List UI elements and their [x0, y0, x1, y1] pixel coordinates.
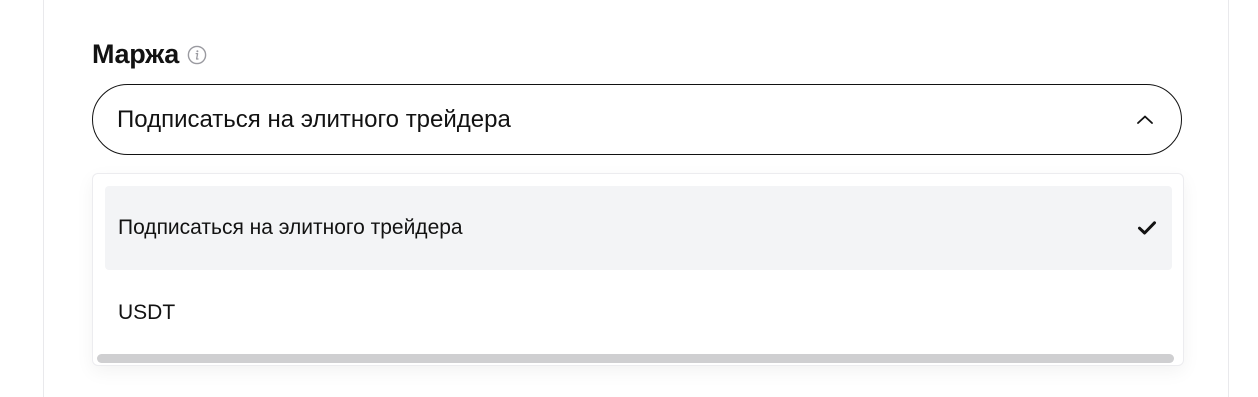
margin-dropdown-menu: Подписаться на элитного трейдера USDT: [92, 173, 1184, 366]
dropdown-option-usdt[interactable]: USDT: [105, 271, 1172, 355]
margin-select-value: Подписаться на элитного трейдера: [117, 105, 511, 133]
chevron-up-icon[interactable]: [1135, 110, 1155, 130]
margin-label-row: Маржа: [92, 36, 207, 72]
info-icon[interactable]: [187, 45, 207, 65]
page: Маржа Подписаться на элитного трейдера П…: [0, 0, 1258, 397]
dropdown-option-elite-trader[interactable]: Подписаться на элитного трейдера: [105, 186, 1172, 270]
margin-select[interactable]: Подписаться на элитного трейдера: [92, 84, 1182, 155]
check-icon: [1136, 217, 1158, 239]
dropdown-scrollbar[interactable]: [97, 354, 1174, 363]
dropdown-option-label: USDT: [118, 301, 176, 324]
dropdown-option-label: Подписаться на элитного трейдера: [118, 216, 463, 239]
margin-label: Маржа: [92, 38, 179, 69]
